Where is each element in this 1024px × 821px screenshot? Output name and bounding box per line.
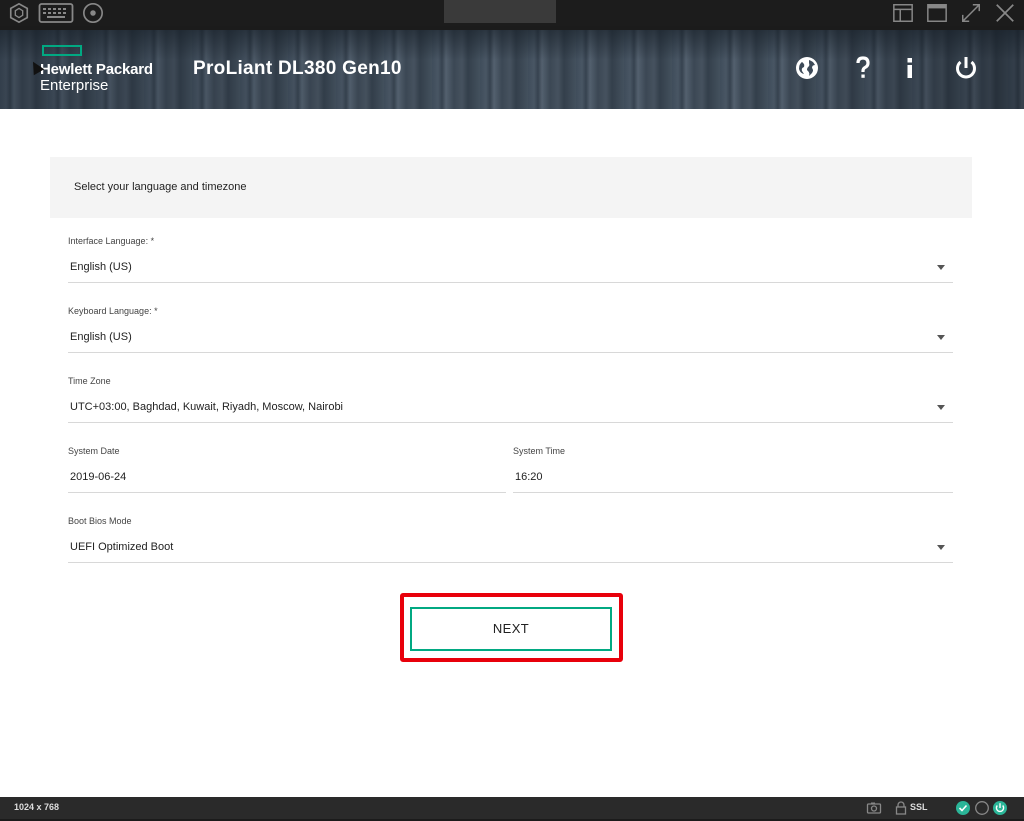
chevron-down-icon[interactable] [937,545,945,550]
brand-name: Hewlett Packard [40,61,153,78]
hpe-logo-bar [42,45,82,56]
app-header: Hewlett Packard Enterprise ProLiant DL38… [0,30,1024,109]
system-date-label: System Date [68,446,120,456]
power-status-icon [992,800,1008,816]
system-date-field[interactable]: System Date 2019-06-24 [68,446,506,496]
window-icon[interactable] [925,2,949,24]
brand-subname: Enterprise [40,77,109,94]
empty-status-icon [974,800,990,816]
language-globe-icon[interactable] [794,55,820,81]
chevron-down-icon[interactable] [937,405,945,410]
main-content: Select your language and timezone Interf… [0,109,1024,797]
chevron-down-icon[interactable] [937,265,945,270]
help-icon[interactable] [850,55,876,81]
time-zone-value[interactable]: UTC+03:00, Baghdad, Kuwait, Riyadh, Mosc… [70,401,343,413]
fullscreen-icon[interactable] [959,2,983,24]
close-icon[interactable] [993,2,1017,24]
interface-language-label: Interface Language: * [68,236,155,246]
hub-icon[interactable] [7,2,31,24]
time-zone-label: Time Zone [68,376,111,386]
chevron-down-icon[interactable] [937,335,945,340]
interface-language-field[interactable]: Interface Language: * English (US) [68,236,953,286]
system-time-value[interactable]: 16:20 [515,471,543,483]
keyboard-language-label: Keyboard Language: * [68,306,158,316]
keyboard-language-field[interactable]: Keyboard Language: * English (US) [68,306,953,356]
boot-mode-value[interactable]: UEFI Optimized Boot [70,541,173,553]
lock-icon [893,800,909,816]
camera-icon[interactable] [866,800,882,816]
info-icon[interactable] [897,55,923,81]
keyboard-language-value[interactable]: English (US) [70,331,132,343]
status-bar: 1024 x 768 SSL [0,797,1024,819]
layout-icon[interactable] [891,2,915,24]
keyboard-icon[interactable] [38,2,74,24]
time-zone-field[interactable]: Time Zone UTC+03:00, Baghdad, Kuwait, Ri… [68,376,953,426]
disc-icon[interactable] [81,2,105,24]
ssl-label: SSL [910,802,928,812]
console-toolbar [0,0,1024,26]
check-status-icon [955,800,971,816]
system-date-value[interactable]: 2019-06-24 [70,471,126,483]
section-header: Select your language and timezone [50,157,972,218]
system-time-field[interactable]: System Time 16:20 [513,446,953,496]
system-time-label: System Time [513,446,566,456]
resolution-readout: 1024 x 768 [14,802,60,812]
power-icon[interactable] [953,55,979,81]
section-title: Select your language and timezone [74,181,247,193]
product-title: ProLiant DL380 Gen10 [193,58,402,79]
toolbar-center-tab[interactable] [444,0,556,23]
interface-language-value[interactable]: English (US) [70,261,132,273]
boot-mode-field[interactable]: Boot Bios Mode UEFI Optimized Boot [68,516,953,566]
boot-mode-label: Boot Bios Mode [68,516,132,526]
next-button[interactable]: NEXT [410,607,612,651]
